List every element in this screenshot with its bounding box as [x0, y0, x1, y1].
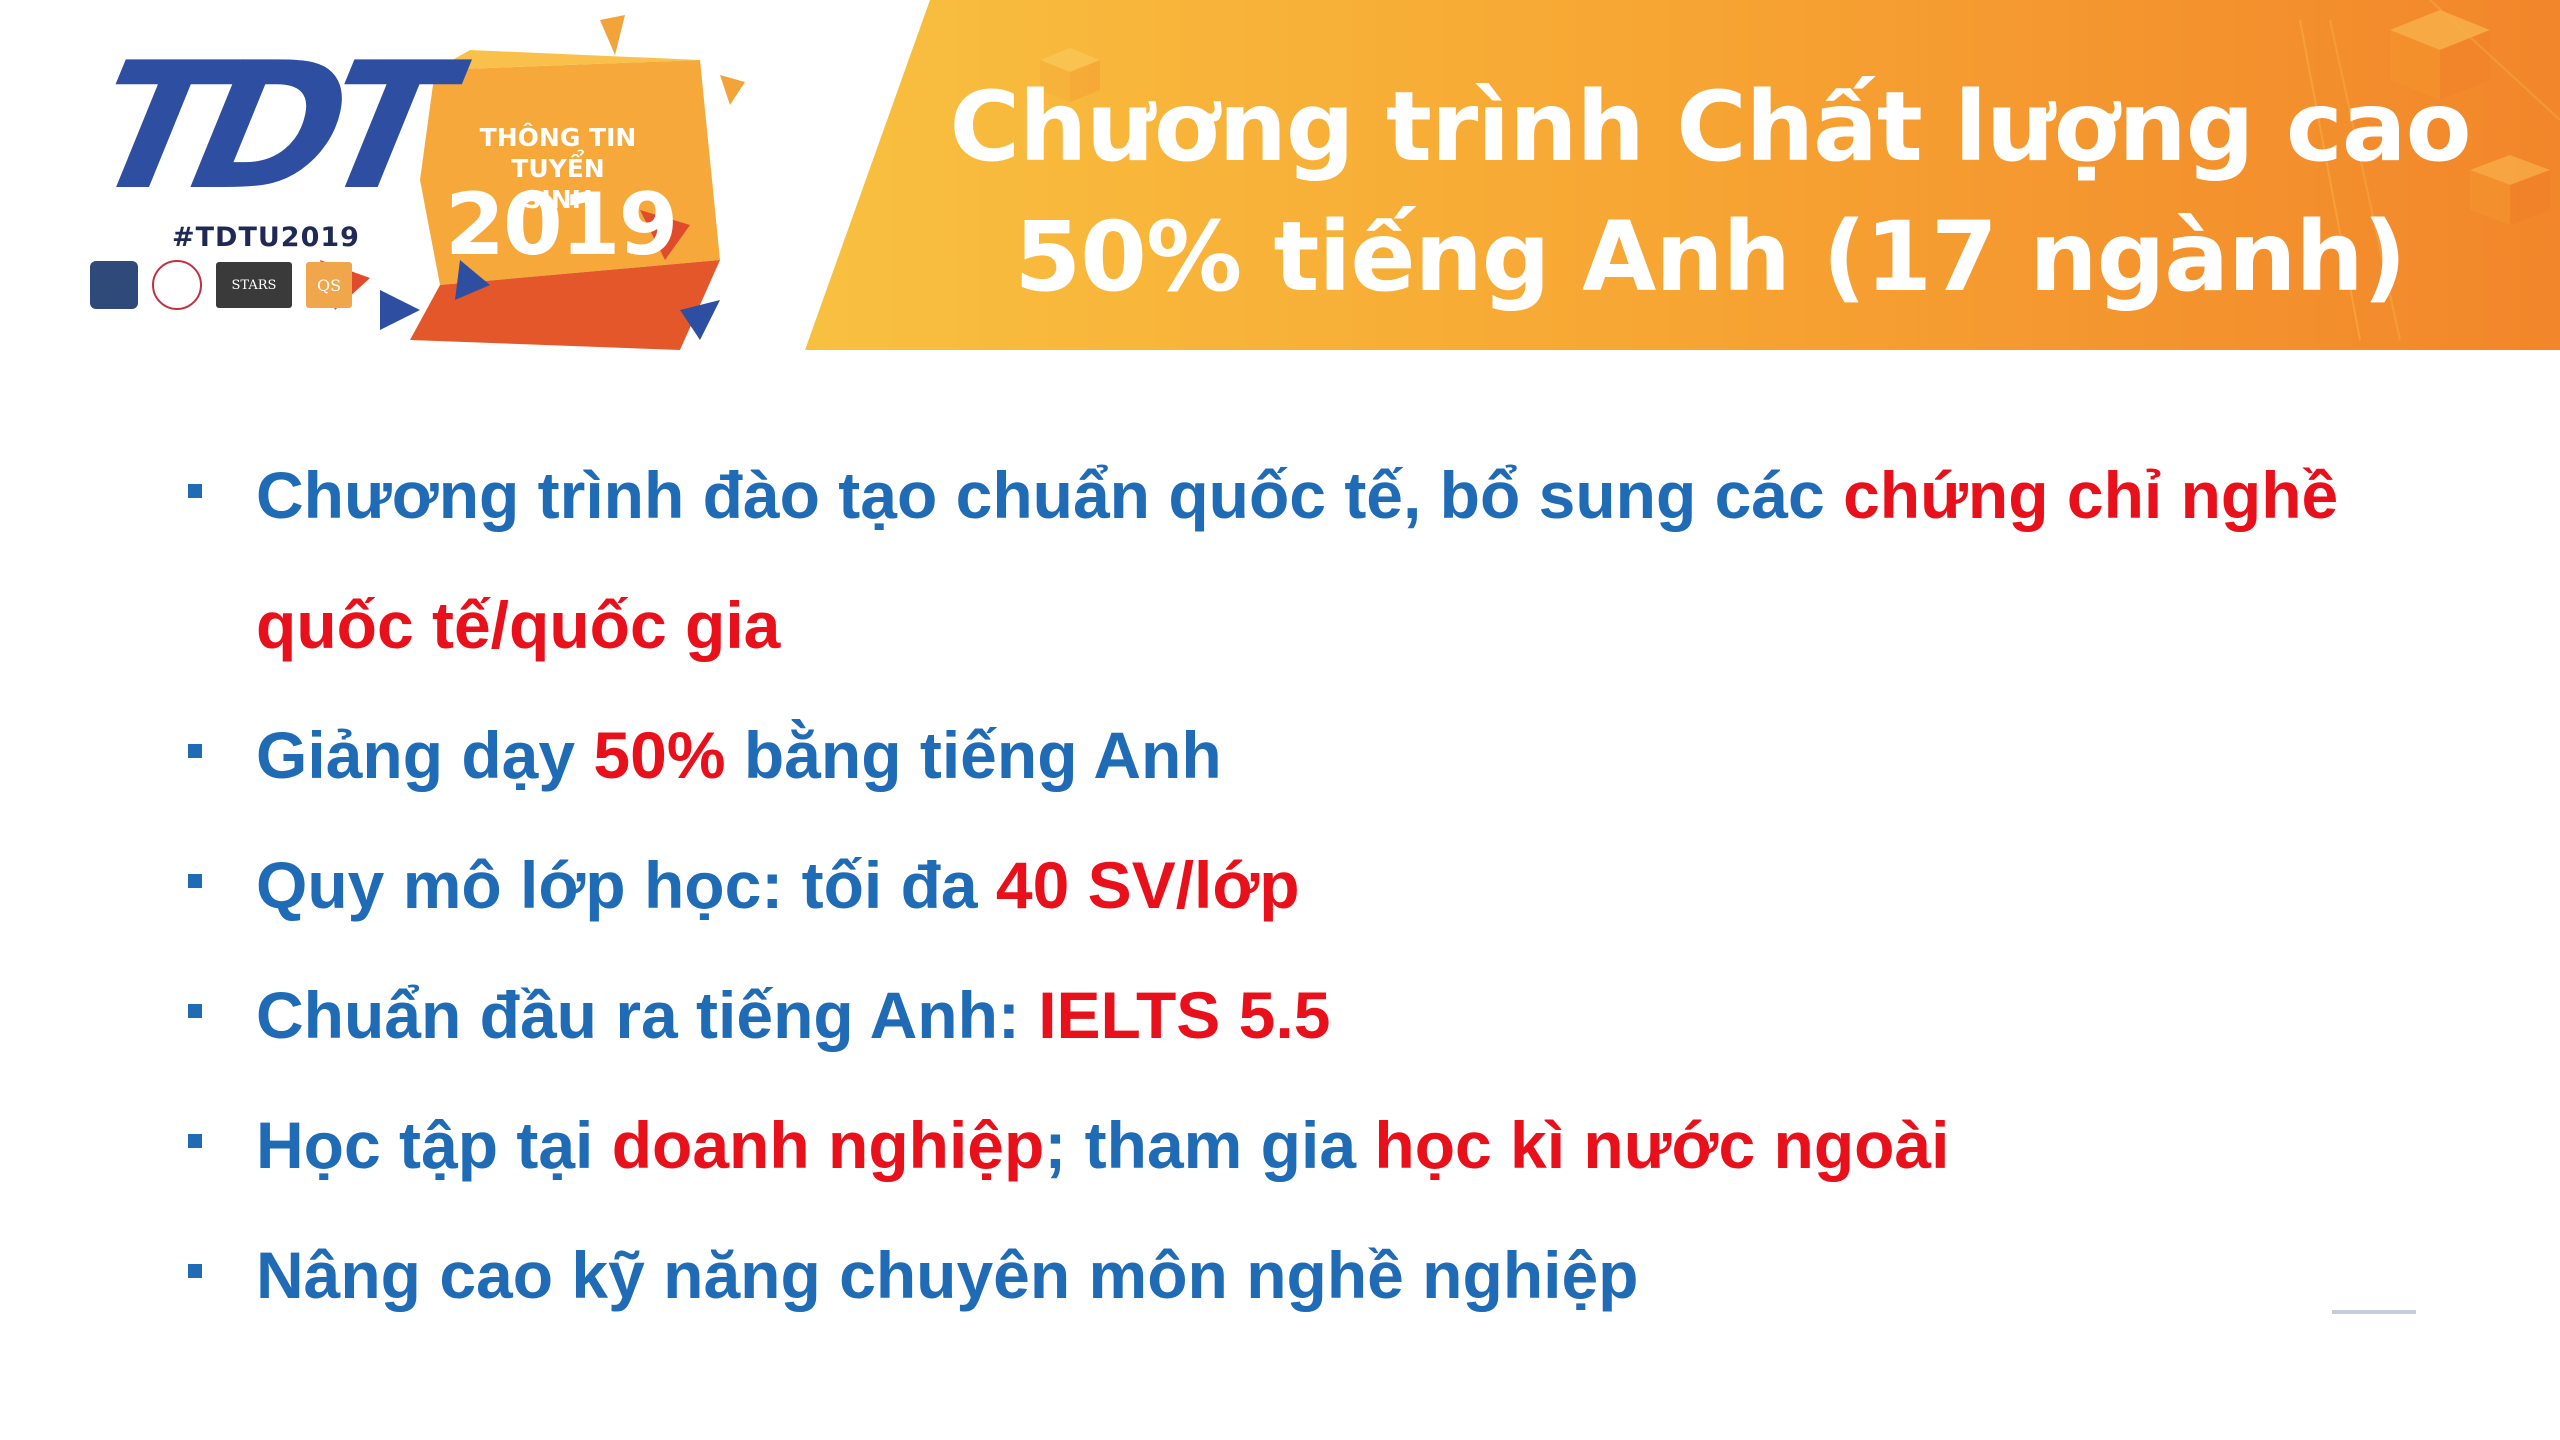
- bullet-square-icon: [188, 1134, 202, 1148]
- bullet-square-icon: [188, 1264, 202, 1278]
- slide: Chương trình Chất lượng cao 50% tiếng An…: [0, 0, 2560, 1440]
- accreditation-badge-2-icon: [152, 260, 202, 310]
- bullet-square-icon: [188, 874, 202, 888]
- bullet-item: Học tập tại doanh nghiệp; tham gia học k…: [188, 1080, 2406, 1210]
- bullet-highlight-text: 40 SV/lớp: [995, 848, 1300, 922]
- logo-tagline-line-1: THÔNG TIN: [479, 123, 637, 152]
- logo-hashtag: #TDTU2019: [172, 222, 360, 253]
- bullet-highlight-text: học kì nước ngoài: [1374, 1108, 1950, 1182]
- bullet-list: Chương trình đào tạo chuẩn quốc tế, bổ s…: [0, 430, 2560, 1340]
- bullet-square-icon: [188, 484, 202, 498]
- bullet-item: Nâng cao kỹ năng chuyên môn nghề nghiệp: [188, 1210, 2406, 1340]
- bullet-text: Chương trình đào tạo chuẩn quốc tế, bổ s…: [256, 458, 1844, 532]
- title-line-2: 50% tiếng Anh (17 ngành): [1014, 201, 2406, 313]
- stars-badge-icon: STARS: [216, 262, 292, 308]
- bullet-text: Quy mô lớp học: tối đa: [256, 848, 996, 922]
- bullet-highlight-text: IELTS 5.5: [1038, 978, 1331, 1052]
- bullet-item: Quy mô lớp học: tối đa 40 SV/lớp: [188, 820, 2406, 950]
- accreditation-badge-1-icon: [90, 261, 138, 309]
- title-line-1: Chương trình Chất lượng cao: [949, 71, 2471, 183]
- qs-badge-icon: QS: [306, 262, 352, 308]
- bullet-item: Giảng dạy 50% bằng tiếng Anh: [188, 690, 2406, 820]
- bullet-text: Nâng cao kỹ năng chuyên môn nghề nghiệp: [256, 1238, 1639, 1312]
- bullet-text: Chuẩn đầu ra tiếng Anh:: [256, 978, 1039, 1052]
- bullet-item: Chương trình đào tạo chuẩn quốc tế, bổ s…: [188, 430, 2406, 690]
- bullet-text: Học tập tại: [256, 1108, 612, 1182]
- bullet-square-icon: [188, 744, 202, 758]
- slide-divider: [2332, 1310, 2416, 1314]
- logo-year: 2019: [445, 175, 678, 275]
- bullet-text: bằng tiếng Anh: [725, 718, 1222, 792]
- bullet-text: ; tham gia: [1044, 1108, 1375, 1182]
- bullet-highlight-text: doanh nghiệp: [611, 1108, 1045, 1182]
- logo-wordmark: TDT: [76, 26, 450, 229]
- tdtu-admissions-logo: TDT #TDTU2019 THÔNG TIN TUYỂN SINH 2019 …: [76, 10, 780, 350]
- bullet-item: Chuẩn đầu ra tiếng Anh: IELTS 5.5: [188, 950, 2406, 1080]
- bullet-square-icon: [188, 1004, 202, 1018]
- bullet-text: Giảng dạy: [256, 718, 594, 792]
- bullet-highlight-text: 50%: [593, 718, 726, 792]
- page-title: Chương trình Chất lượng cao 50% tiếng An…: [860, 62, 2560, 322]
- accreditation-badges: STARS QS: [90, 260, 352, 310]
